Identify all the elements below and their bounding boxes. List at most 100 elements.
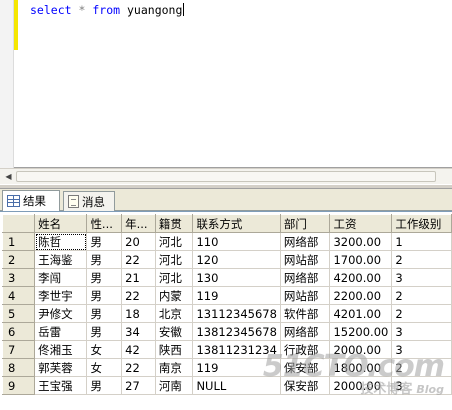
sql-code-line[interactable]: select * from yuangong [30,3,185,17]
grid-cell[interactable]: 河北 [154,232,194,251]
column-header[interactable]: 联系方式 [192,214,281,233]
grid-cell[interactable]: 网站部 [279,286,331,305]
row-number-cell[interactable]: 5 [1,304,36,323]
grid-cell[interactable]: 网络部 [279,322,331,341]
grid-cell[interactable]: 13812345678 [192,322,281,341]
grid-cell[interactable]: 13112345678 [192,304,281,323]
row-number-cell[interactable]: 7 [1,340,36,359]
grid-cell[interactable]: 119 [192,286,281,305]
grid-cell[interactable]: 网站部 [279,250,331,269]
grid-cell[interactable]: 2000.00 [329,340,393,359]
column-header[interactable]: 年... [121,214,156,233]
row-number-cell[interactable]: 4 [1,286,36,305]
table-row[interactable]: 9 王宝强男 27 河南 NULL 保安部 2000.00 3 [1,376,452,395]
table-row[interactable]: 3 李闯男 21 河北 130 网络部 4200.00 3 [1,268,452,287]
grid-cell[interactable]: 王海鉴 [34,250,88,269]
grid-cell[interactable]: 20 [121,232,156,251]
grid-cell[interactable]: 网络部 [279,232,331,251]
grid-cell[interactable]: 120 [192,250,281,269]
grid-cell[interactable]: 保安部 [279,376,331,395]
column-header[interactable]: 工资 [329,214,393,233]
table-row[interactable]: 1 陈哲男 20 河北 110 网络部 3200.00 1 [1,232,452,251]
scroll-left-arrow-icon[interactable]: ◀ [2,170,15,183]
grid-cell[interactable]: 男 [86,322,123,341]
grid-cell[interactable]: 岳雷 [34,322,88,341]
grid-cell[interactable]: 南京 [154,358,194,377]
column-header[interactable]: 性... [86,214,123,233]
grid-cell[interactable]: 2 [391,358,452,377]
row-number-cell[interactable]: 6 [1,322,36,341]
grid-cell[interactable]: 3 [391,376,452,395]
grid-cell[interactable]: 22 [121,286,156,305]
tab-messages[interactable]: 消息 [63,191,115,211]
grid-cell[interactable]: 3200.00 [329,232,393,251]
grid-cell[interactable]: 保安部 [279,358,331,377]
grid-cell[interactable]: 2 [391,250,452,269]
grid-cell[interactable]: 行政部 [279,340,331,359]
column-header[interactable]: 籍贯 [154,214,194,233]
grid-cell[interactable]: 陕西 [154,340,194,359]
column-header[interactable]: 部门 [279,214,331,233]
grid-cell[interactable]: 22 [121,358,156,377]
scrollbar-thumb[interactable] [16,171,436,182]
grid-cell[interactable]: 男 [86,250,123,269]
grid-cell[interactable]: 王宝强 [34,376,88,395]
grid-cell[interactable]: 4200.00 [329,268,393,287]
row-number-cell[interactable]: 1 [1,232,36,251]
grid-cell[interactable]: 1700.00 [329,250,393,269]
grid-cell[interactable]: 42 [121,340,156,359]
grid-cell[interactable]: 河北 [154,268,194,287]
row-number-cell[interactable]: 8 [1,358,36,377]
tab-results[interactable]: 结果 [2,190,60,211]
row-number-cell[interactable]: 3 [1,268,36,287]
grid-cell[interactable]: 2000.00 [329,376,393,395]
grid-cell[interactable]: 李闯 [34,268,88,287]
grid-cell[interactable]: 北京 [154,304,194,323]
table-row[interactable]: 7 佟湘玉女 42 陕西 13811231234 行政部 2000.00 3 [1,340,452,359]
grid-cell[interactable]: 110 [192,232,281,251]
grid-cell[interactable]: 郭芙蓉 [34,358,88,377]
grid-cell[interactable]: 18 [121,304,156,323]
results-grid[interactable]: 姓名 性... 年... 籍贯 联系方式 部门 工资 工作级别 1 陈哲男 20 河北… [1,214,452,395]
grid-cell[interactable]: 1 [391,232,452,251]
row-number-cell[interactable]: 9 [1,376,36,395]
grid-cell[interactable]: 女 [86,358,123,377]
grid-cell[interactable]: 软件部 [279,304,331,323]
table-row[interactable]: 8 郭芙蓉女 22 南京 119 保安部 1800.00 2 [1,358,452,377]
results-grid-panel[interactable]: 姓名 性... 年... 籍贯 联系方式 部门 工资 工作级别 1 陈哲男 20 河北… [0,211,452,410]
grid-cell[interactable]: 34 [121,322,156,341]
table-row[interactable]: 2 王海鉴男 22 河北 120 网站部 1700.00 2 [1,250,452,269]
grid-cell[interactable]: 男 [86,304,123,323]
grid-cell[interactable]: 陈哲 [34,232,88,251]
grid-cell[interactable]: 女 [86,340,123,359]
column-header[interactable]: 工作级别 [391,214,452,233]
grid-cell[interactable]: 4201.00 [329,304,393,323]
grid-cell[interactable]: NULL [192,376,281,395]
table-row[interactable]: 6 岳雷男 34 安徽 13812345678 网络部 15200.00 3 [1,322,452,341]
grid-cell[interactable]: 130 [192,268,281,287]
grid-cell[interactable]: 2200.00 [329,286,393,305]
column-header[interactable]: 姓名 [34,214,88,233]
grid-cell[interactable]: 李世宇 [34,286,88,305]
grid-cell[interactable]: 119 [192,358,281,377]
grid-cell[interactable]: 安徽 [154,322,194,341]
table-row[interactable]: 5 尹修文男 18 北京 13112345678 软件部 4201.00 2 [1,304,452,323]
grid-cell[interactable]: 河南 [154,376,194,395]
grid-cell[interactable]: 河北 [154,250,194,269]
grid-cell[interactable]: 3 [391,268,452,287]
grid-cell[interactable]: 27 [121,376,156,395]
grid-cell[interactable]: 男 [86,268,123,287]
grid-cell[interactable]: 男 [86,376,123,395]
grid-corner-cell[interactable] [1,214,36,233]
grid-cell[interactable]: 2 [391,286,452,305]
grid-cell[interactable]: 尹修文 [34,304,88,323]
editor-horizontal-scrollbar[interactable]: ◀ [0,168,452,184]
grid-cell[interactable]: 21 [121,268,156,287]
grid-cell[interactable]: 男 [86,286,123,305]
grid-cell[interactable]: 3 [391,340,452,359]
grid-cell[interactable]: 15200.00 [329,322,393,341]
grid-cell[interactable]: 内蒙 [154,286,194,305]
row-number-cell[interactable]: 2 [1,250,36,269]
grid-cell[interactable]: 男 [86,232,123,251]
query-editor[interactable]: select * from yuangong [0,0,452,168]
